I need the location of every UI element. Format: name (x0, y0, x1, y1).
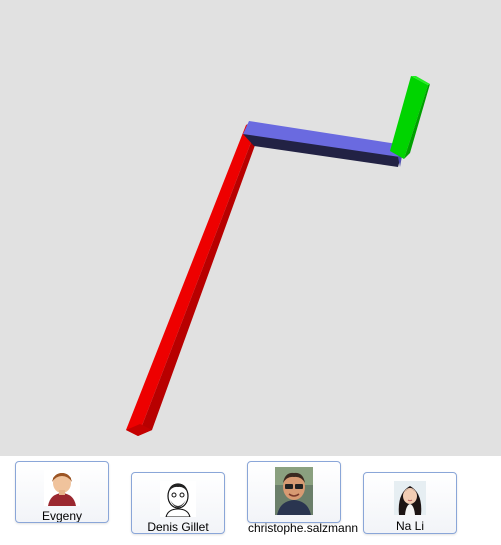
participant-card-christophe[interactable]: christophe.salzmann (247, 461, 358, 535)
3d-viewport[interactable] (0, 0, 501, 456)
participant-name: Na Li (395, 519, 424, 533)
christophe-avatar-icon (275, 467, 313, 515)
participant-bar: Evgeny Denis Gillet christophe.salzmann … (0, 456, 501, 545)
participant-card-denis-gillet[interactable]: Denis Gillet (131, 472, 225, 534)
red-arm-segment[interactable] (126, 122, 258, 436)
blue-arm-segment[interactable] (243, 121, 404, 167)
participant-name: Denis Gillet (147, 520, 209, 534)
robot-arm-scene[interactable] (0, 0, 501, 456)
evgeny-avatar-icon (44, 470, 80, 506)
participant-card-evgeny[interactable]: Evgeny (15, 461, 109, 523)
participant-name: christophe.salzmann (248, 521, 359, 535)
participant-name: Evgeny (41, 509, 83, 523)
denis-gillet-avatar-icon (160, 481, 196, 517)
participant-card-na-li[interactable]: Na Li (363, 472, 457, 534)
na-li-avatar-icon (394, 481, 426, 515)
green-arm-segment[interactable] (390, 76, 430, 159)
